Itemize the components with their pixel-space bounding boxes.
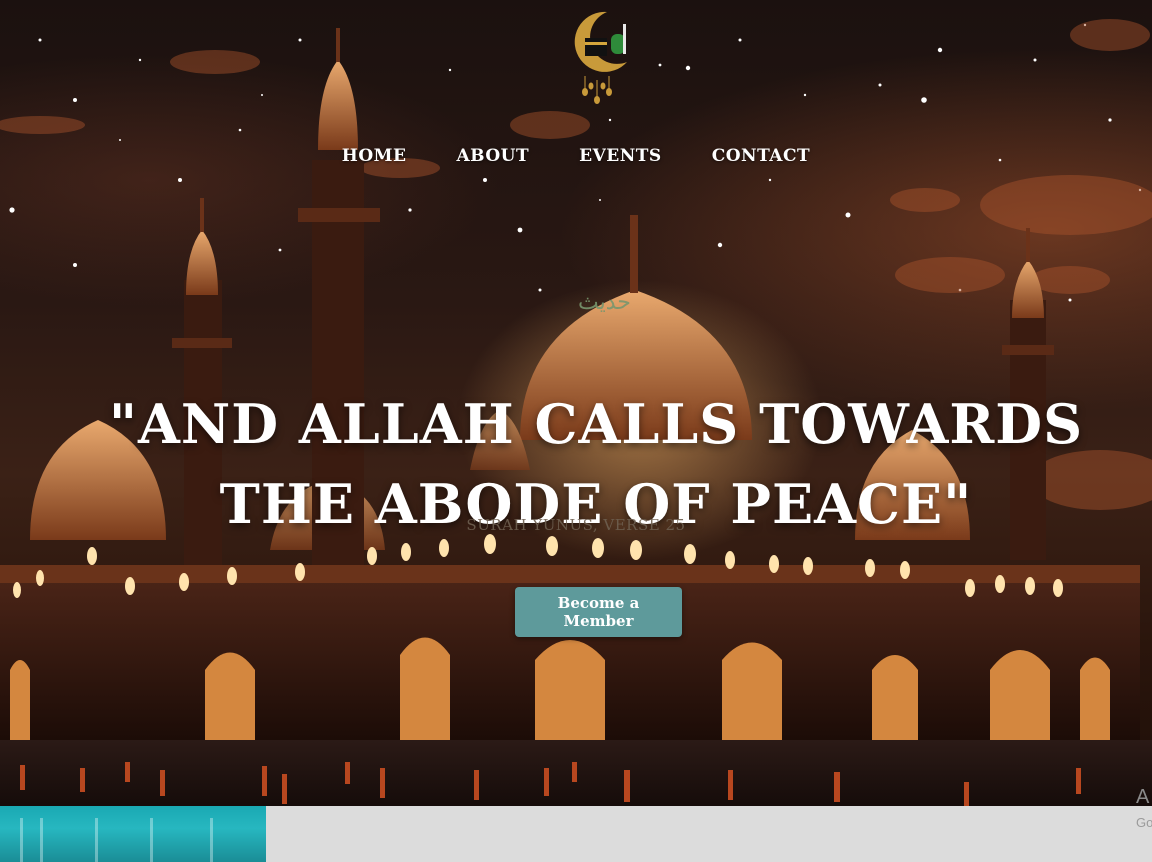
become-member-button[interactable]: Become a Member [515, 587, 682, 637]
nav-about[interactable]: About [431, 142, 554, 170]
crescent-moon-kaaba-logo-icon[interactable] [561, 6, 633, 106]
side-peek-line1: A [1136, 786, 1150, 808]
side-panel-peek: A Go [1136, 786, 1152, 834]
side-peek-line2: Go [1136, 815, 1152, 830]
quote-citation: Surah Yunus, Verse 25 [466, 516, 686, 534]
nav-contact[interactable]: Contact [687, 142, 835, 170]
main-navigation: Home About Events Contact [0, 142, 1152, 170]
arabic-calligraphy-mark: حديث [578, 290, 631, 315]
nav-events[interactable]: Events [554, 142, 687, 170]
nav-home[interactable]: Home [317, 142, 432, 170]
next-section-image [0, 806, 266, 862]
hero-section: Home About Events Contact حديث "And Alla… [0, 0, 1152, 862]
